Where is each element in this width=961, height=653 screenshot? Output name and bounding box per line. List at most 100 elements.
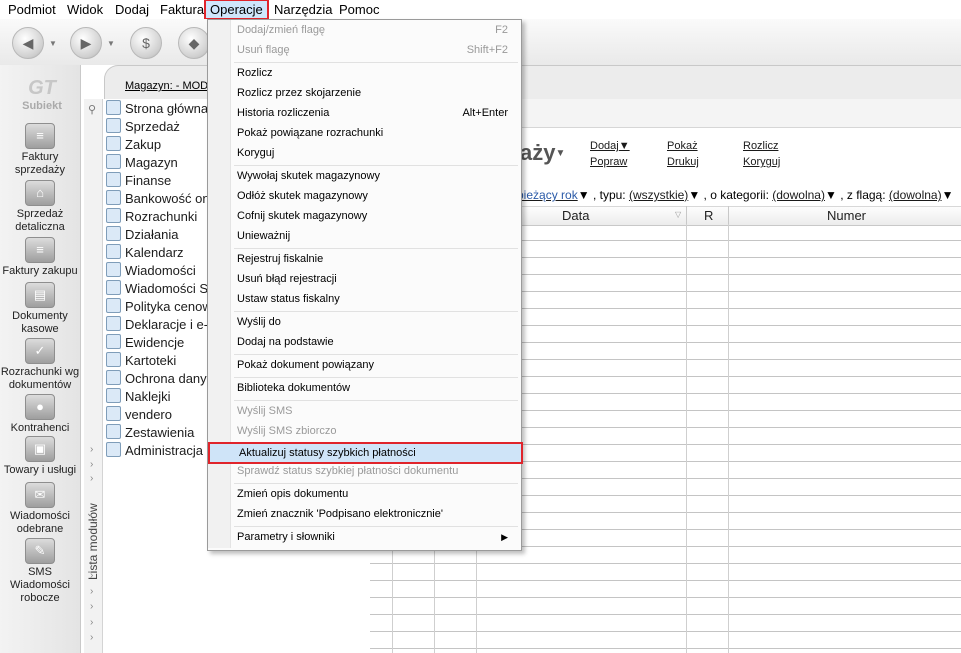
menu-item-rejestruj-fiskalnie[interactable]: Rejestruj fiskalnie [208,250,519,269]
category-value: (dowolna) [772,188,825,202]
back-icon[interactable]: ◀ [12,27,44,59]
menu-dodaj[interactable]: Dodaj [111,1,153,18]
nav-label: Faktury zakupu [2,265,78,277]
menu-item-koryguj[interactable]: Koryguj [208,144,519,163]
column-header-numer[interactable]: Numer [827,208,866,223]
menu-item-parametry[interactable]: Parametry i słowniki ▶ [208,528,519,547]
menu-item-dodaj-na-podstawie[interactable]: Dodaj na podstawie [208,333,519,352]
module-item[interactable]: Działania [106,226,178,244]
menu-item-dodaj-flage[interactable]: Dodaj/zmień flagę F2 [208,21,519,40]
menu-faktura[interactable]: Faktura [156,1,208,18]
module-item[interactable]: Bankowość on- [106,190,207,208]
menu-pomoc[interactable]: Pomoc [335,1,383,18]
menu-item-wywolaj-skutek[interactable]: Wywołaj skutek magazynowy [208,167,519,186]
chevron-down-icon[interactable]: ▼ [555,148,565,159]
forward-icon[interactable]: ▶ [70,27,102,59]
menu-item-aktualizuj-statusy[interactable]: Aktualizuj statusy szybkich płatności [208,442,523,464]
drukuj-action[interactable]: Drukuj [667,156,699,168]
menu-item-label: Aktualizuj statusy szybkich płatności [239,447,416,459]
module-item[interactable]: Magazyn [106,154,178,172]
nav-faktury-sprzedazy[interactable]: ≡ Faktury sprzedaży [0,123,80,177]
menu-item-pokaz-rozrachunki[interactable]: Pokaż powiązane rozrachunki [208,124,519,143]
menu-item-ustaw-status[interactable]: Ustaw status fiskalny [208,290,519,309]
chevron-right-icon[interactable]: › [90,601,93,612]
nav-towary-uslugi[interactable]: ▣ Towary i usługi [0,436,80,477]
module-item[interactable]: Rozrachunki [106,208,197,226]
menu-item-biblioteka[interactable]: Biblioteka dokumentów [208,379,519,398]
module-item[interactable]: Wiadomości SM [106,280,207,298]
flag-filter[interactable]: (dowolna) [889,188,942,202]
finance-icon [106,172,121,187]
menu-item-pokaz-dokument[interactable]: Pokaż dokument powiązany [208,356,519,375]
chevron-right-icon[interactable]: › [90,570,93,581]
nav-faktury-zakupu[interactable]: ≡ Faktury zakupu [0,237,80,278]
nav-dokumenty-kasowe[interactable]: ▤ Dokumenty kasowe [0,282,80,336]
column-header-r[interactable]: R [704,208,713,223]
chevron-right-icon[interactable]: › [90,617,93,628]
module-item[interactable]: Polityka cenow [106,298,207,316]
column-header-data[interactable]: Data [562,208,589,223]
module-item[interactable]: vendero [106,406,172,424]
koryguj-action[interactable]: Koryguj [743,156,780,168]
module-item[interactable]: Sprzedaż [106,118,180,136]
menu-item-usun-flage[interactable]: Usuń flagę Shift+F2 [208,41,519,60]
menu-item-label: Wyślij do [237,316,281,328]
rozlicz-action[interactable]: Rozlicz [743,140,778,152]
module-item[interactable]: Naklejki [106,388,171,406]
module-label: Naklejki [125,389,171,404]
back-dropdown-icon[interactable]: ▼ [49,39,57,48]
menu-item-zmien-opis[interactable]: Zmień opis dokumentu [208,485,519,504]
menu-item-label: Cofnij skutek magazynowy [237,210,368,222]
module-item[interactable]: Wiadomości [106,262,196,280]
menu-item-wyslij-sms[interactable]: Wyślij SMS [208,402,519,421]
module-item[interactable]: Zakup [106,136,161,154]
chevron-right-icon[interactable]: › [90,632,93,643]
nav-wiadomosci-odebrane[interactable]: ✉ Wiadomości odebrane [0,482,80,536]
module-item[interactable]: Finanse [106,172,171,190]
nav-kontrahenci[interactable]: ● Kontrahenci [0,394,80,435]
nav-sms-robocze[interactable]: ✎ SMS Wiadomości robocze [0,538,80,605]
module-item[interactable]: Administracja [106,442,203,460]
period-filter[interactable]: bieżący rok [517,188,578,202]
menu-widok[interactable]: Widok [63,1,107,18]
menu-item-rozlicz[interactable]: Rozlicz [208,64,519,83]
forward-dropdown-icon[interactable]: ▼ [107,39,115,48]
module-item[interactable]: Strona główna [106,100,207,118]
chevron-right-icon[interactable]: › [90,473,93,484]
menu-item-cofnij-skutek[interactable]: Cofnij skutek magazynowy [208,207,519,226]
module-item[interactable]: Ewidencje [106,334,184,352]
pokaz-action[interactable]: Pokaż [667,140,698,152]
module-item[interactable]: Kalendarz [106,244,184,262]
nav-rozrachunki[interactable]: ✓ Rozrachunki wg dokumentów [0,338,80,392]
menu-item-usun-blad[interactable]: Usuń błąd rejestracji [208,270,519,289]
category-filter[interactable]: (dowolna) [772,188,825,202]
module-item[interactable]: Zestawienia [106,424,194,442]
dodaj-action[interactable]: Dodaj▼ [590,140,630,152]
menu-item-wyslij-sms-zbiorczo[interactable]: Wyślij SMS zbiorczo [208,422,519,441]
gt-logo-icon: GT [28,77,56,99]
menu-item-rozlicz-skojarzenie[interactable]: Rozlicz przez skojarzenie [208,84,519,103]
menu-item-label: Usuń błąd rejestracji [237,273,337,285]
menu-operacje[interactable]: Operacje [204,0,269,20]
tag-icon[interactable]: ◆ [178,27,210,59]
menu-podmiot[interactable]: Podmiot [4,1,60,18]
money-icon[interactable]: $ [130,27,162,59]
reports-icon [106,424,121,439]
menu-item-label: Unieważnij [237,230,291,242]
chevron-right-icon[interactable]: › [90,586,93,597]
nav-sprzedaz-detaliczna[interactable]: ⌂ Sprzedaż detaliczna [0,180,80,234]
module-item[interactable]: Kartoteki [106,352,176,370]
module-item[interactable]: Ochrona danyc [106,370,207,388]
menu-item-sprawdz-status[interactable]: Sprawdź status szybkiej płatności dokume… [208,462,519,481]
popraw-action[interactable]: Popraw [590,156,627,168]
menu-item-uniewaznij[interactable]: Unieważnij [208,227,519,246]
module-item[interactable]: Deklaracje i e-S [106,316,207,334]
magazyn-link[interactable]: Magazyn: - MOD [125,80,208,92]
menu-narzedzia[interactable]: Narzędzia [270,1,337,18]
menu-item-historia-rozliczenia[interactable]: Historia rozliczenia Alt+Enter [208,104,519,123]
type-filter[interactable]: (wszystkie) [629,188,688,202]
menu-item-odloz-skutek[interactable]: Odłóż skutek magazynowy [208,187,519,206]
menu-item-zmien-znacznik[interactable]: Zmień znacznik 'Podpisano elektronicznie… [208,505,519,524]
menu-item-wyslij-do[interactable]: Wyślij do [208,313,519,332]
purchase-invoices-icon: ≡ [25,237,55,263]
